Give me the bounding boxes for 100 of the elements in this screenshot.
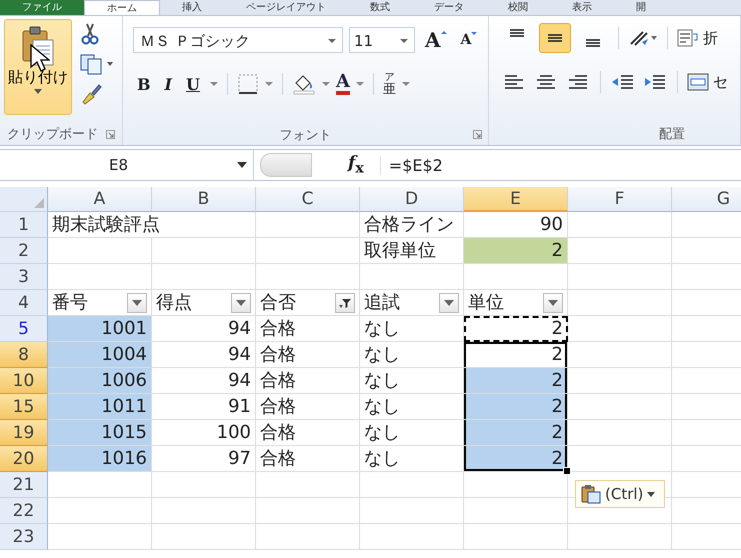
column-header[interactable]: D <box>360 187 464 212</box>
table-cell: 2 <box>464 368 568 394</box>
column-heading: 合否 <box>260 291 297 315</box>
launcher-icon[interactable] <box>106 130 115 138</box>
paste-options-button[interactable]: (Ctrl) <box>575 480 665 508</box>
row-header[interactable]: 10 <box>0 368 48 394</box>
column-header[interactable]: A <box>48 187 152 212</box>
table-cell: 91 <box>152 394 256 420</box>
scissors-icon[interactable] <box>80 23 100 45</box>
italic-button[interactable]: I <box>160 74 176 94</box>
clipboard-icon <box>581 484 601 504</box>
ribbon-tab[interactable]: 表示 <box>550 0 614 15</box>
column-header[interactable]: B <box>152 187 256 212</box>
column-heading: 番号 <box>52 291 89 315</box>
row-header[interactable]: 15 <box>0 394 48 420</box>
row-header[interactable]: 1 <box>0 212 48 238</box>
table-cell: 2 <box>464 394 568 420</box>
caret-icon <box>132 300 142 306</box>
ribbon-tab[interactable]: 数式 <box>348 0 412 15</box>
font-color-button[interactable]: A <box>336 73 350 95</box>
table-cell: 合格 <box>256 446 360 472</box>
row-header[interactable]: 4 <box>0 290 48 316</box>
table-cell: 合格 <box>256 394 360 420</box>
caret-icon <box>34 89 42 94</box>
merge-cells-label[interactable]: セ <box>713 72 728 92</box>
merge-cells-icon[interactable] <box>687 72 709 92</box>
table-cell: 2 <box>464 238 568 264</box>
row-header[interactable]: 3 <box>0 264 48 290</box>
row-header[interactable]: 21 <box>0 472 48 498</box>
row-header[interactable]: 23 <box>0 524 48 550</box>
table-cell: 1015 <box>48 420 152 446</box>
filter-button[interactable] <box>127 292 147 312</box>
table-cell: 94 <box>152 342 256 368</box>
table-cell: 1006 <box>48 368 152 394</box>
column-header[interactable]: C <box>256 187 360 212</box>
row-header[interactable]: 8 <box>0 342 48 368</box>
column-heading: 追試 <box>364 291 401 315</box>
group-label: フォント <box>280 126 332 144</box>
fill-handle[interactable] <box>563 467 571 475</box>
table-cell: 合格 <box>256 420 360 446</box>
ribbon-tab[interactable]: ファイル <box>0 0 84 15</box>
shrink-font-button[interactable]: A <box>456 32 482 48</box>
row-header[interactable]: 20 <box>0 446 48 472</box>
font-size-dropdown[interactable]: 11 <box>349 27 415 53</box>
insert-function-button[interactable]: f$_{x}$ <box>348 153 364 177</box>
caret-icon <box>237 162 247 168</box>
table-cell: なし <box>360 316 464 342</box>
table-cell: 合格 <box>256 316 360 342</box>
phonetic-button[interactable]: ア 亜 <box>382 72 396 96</box>
wrap-text-icon[interactable] <box>677 28 699 48</box>
table-cell: 2 <box>464 316 568 342</box>
paint-bucket-icon[interactable] <box>292 73 316 95</box>
table-cell: 94 <box>152 368 256 394</box>
filter-button[interactable] <box>231 292 251 312</box>
table-cell: 94 <box>152 316 256 342</box>
vertical-align-button[interactable] <box>539 23 571 53</box>
wrap-text-label[interactable]: 折 <box>703 28 718 48</box>
row-header[interactable]: 22 <box>0 498 48 524</box>
filter-button[interactable] <box>543 292 563 312</box>
row-header[interactable]: 19 <box>0 420 48 446</box>
column-header[interactable]: F <box>568 187 672 212</box>
splitter-handle[interactable] <box>260 153 312 177</box>
bold-button[interactable]: B <box>133 74 155 94</box>
table-cell: なし <box>360 342 464 368</box>
launcher-icon[interactable] <box>473 130 482 140</box>
ribbon-tab[interactable]: データ <box>412 0 486 15</box>
column-header[interactable]: E <box>464 187 568 212</box>
brush-icon[interactable] <box>80 83 102 105</box>
table-cell: 合格ライン <box>360 212 464 238</box>
group-label: 配置 <box>659 126 685 144</box>
filter-button[interactable] <box>439 292 459 312</box>
copy-icon[interactable] <box>80 53 114 75</box>
caret-icon <box>236 300 246 306</box>
underline-button[interactable]: U <box>182 74 204 94</box>
table-cell: 100 <box>152 420 256 446</box>
row-header[interactable]: 5 <box>0 316 48 342</box>
ribbon-tab[interactable]: 挿入 <box>160 0 224 15</box>
font-name-dropdown[interactable]: ＭＳ Ｐゴシック <box>133 27 343 53</box>
filter-button[interactable] <box>335 292 355 312</box>
column-header[interactable]: G <box>672 187 741 212</box>
caret-icon <box>444 300 454 306</box>
name-box[interactable]: E8 <box>0 150 254 180</box>
ribbon-tab[interactable]: 校閲 <box>486 0 550 15</box>
caret-icon <box>548 300 558 306</box>
table-cell: 1016 <box>48 446 152 472</box>
table-cell: 97 <box>152 446 256 472</box>
align-top-icon <box>510 29 524 37</box>
triangle-icon <box>34 198 44 208</box>
border-icon[interactable] <box>236 73 259 95</box>
ribbon-tab[interactable]: 開 <box>614 0 668 15</box>
grow-font-button[interactable]: A <box>421 28 451 52</box>
row-header[interactable]: 2 <box>0 238 48 264</box>
column-heading: 得点 <box>156 291 193 315</box>
ribbon-tab[interactable]: ページレイアウト <box>224 0 348 15</box>
align-middle-icon <box>548 34 562 42</box>
ribbon-tab[interactable]: ホーム <box>84 0 160 15</box>
table-cell: 2 <box>464 420 568 446</box>
formula-field[interactable]: =$E$2 <box>380 156 741 174</box>
caret-icon <box>647 492 656 496</box>
paste-button[interactable]: 貼り付け <box>4 19 72 115</box>
